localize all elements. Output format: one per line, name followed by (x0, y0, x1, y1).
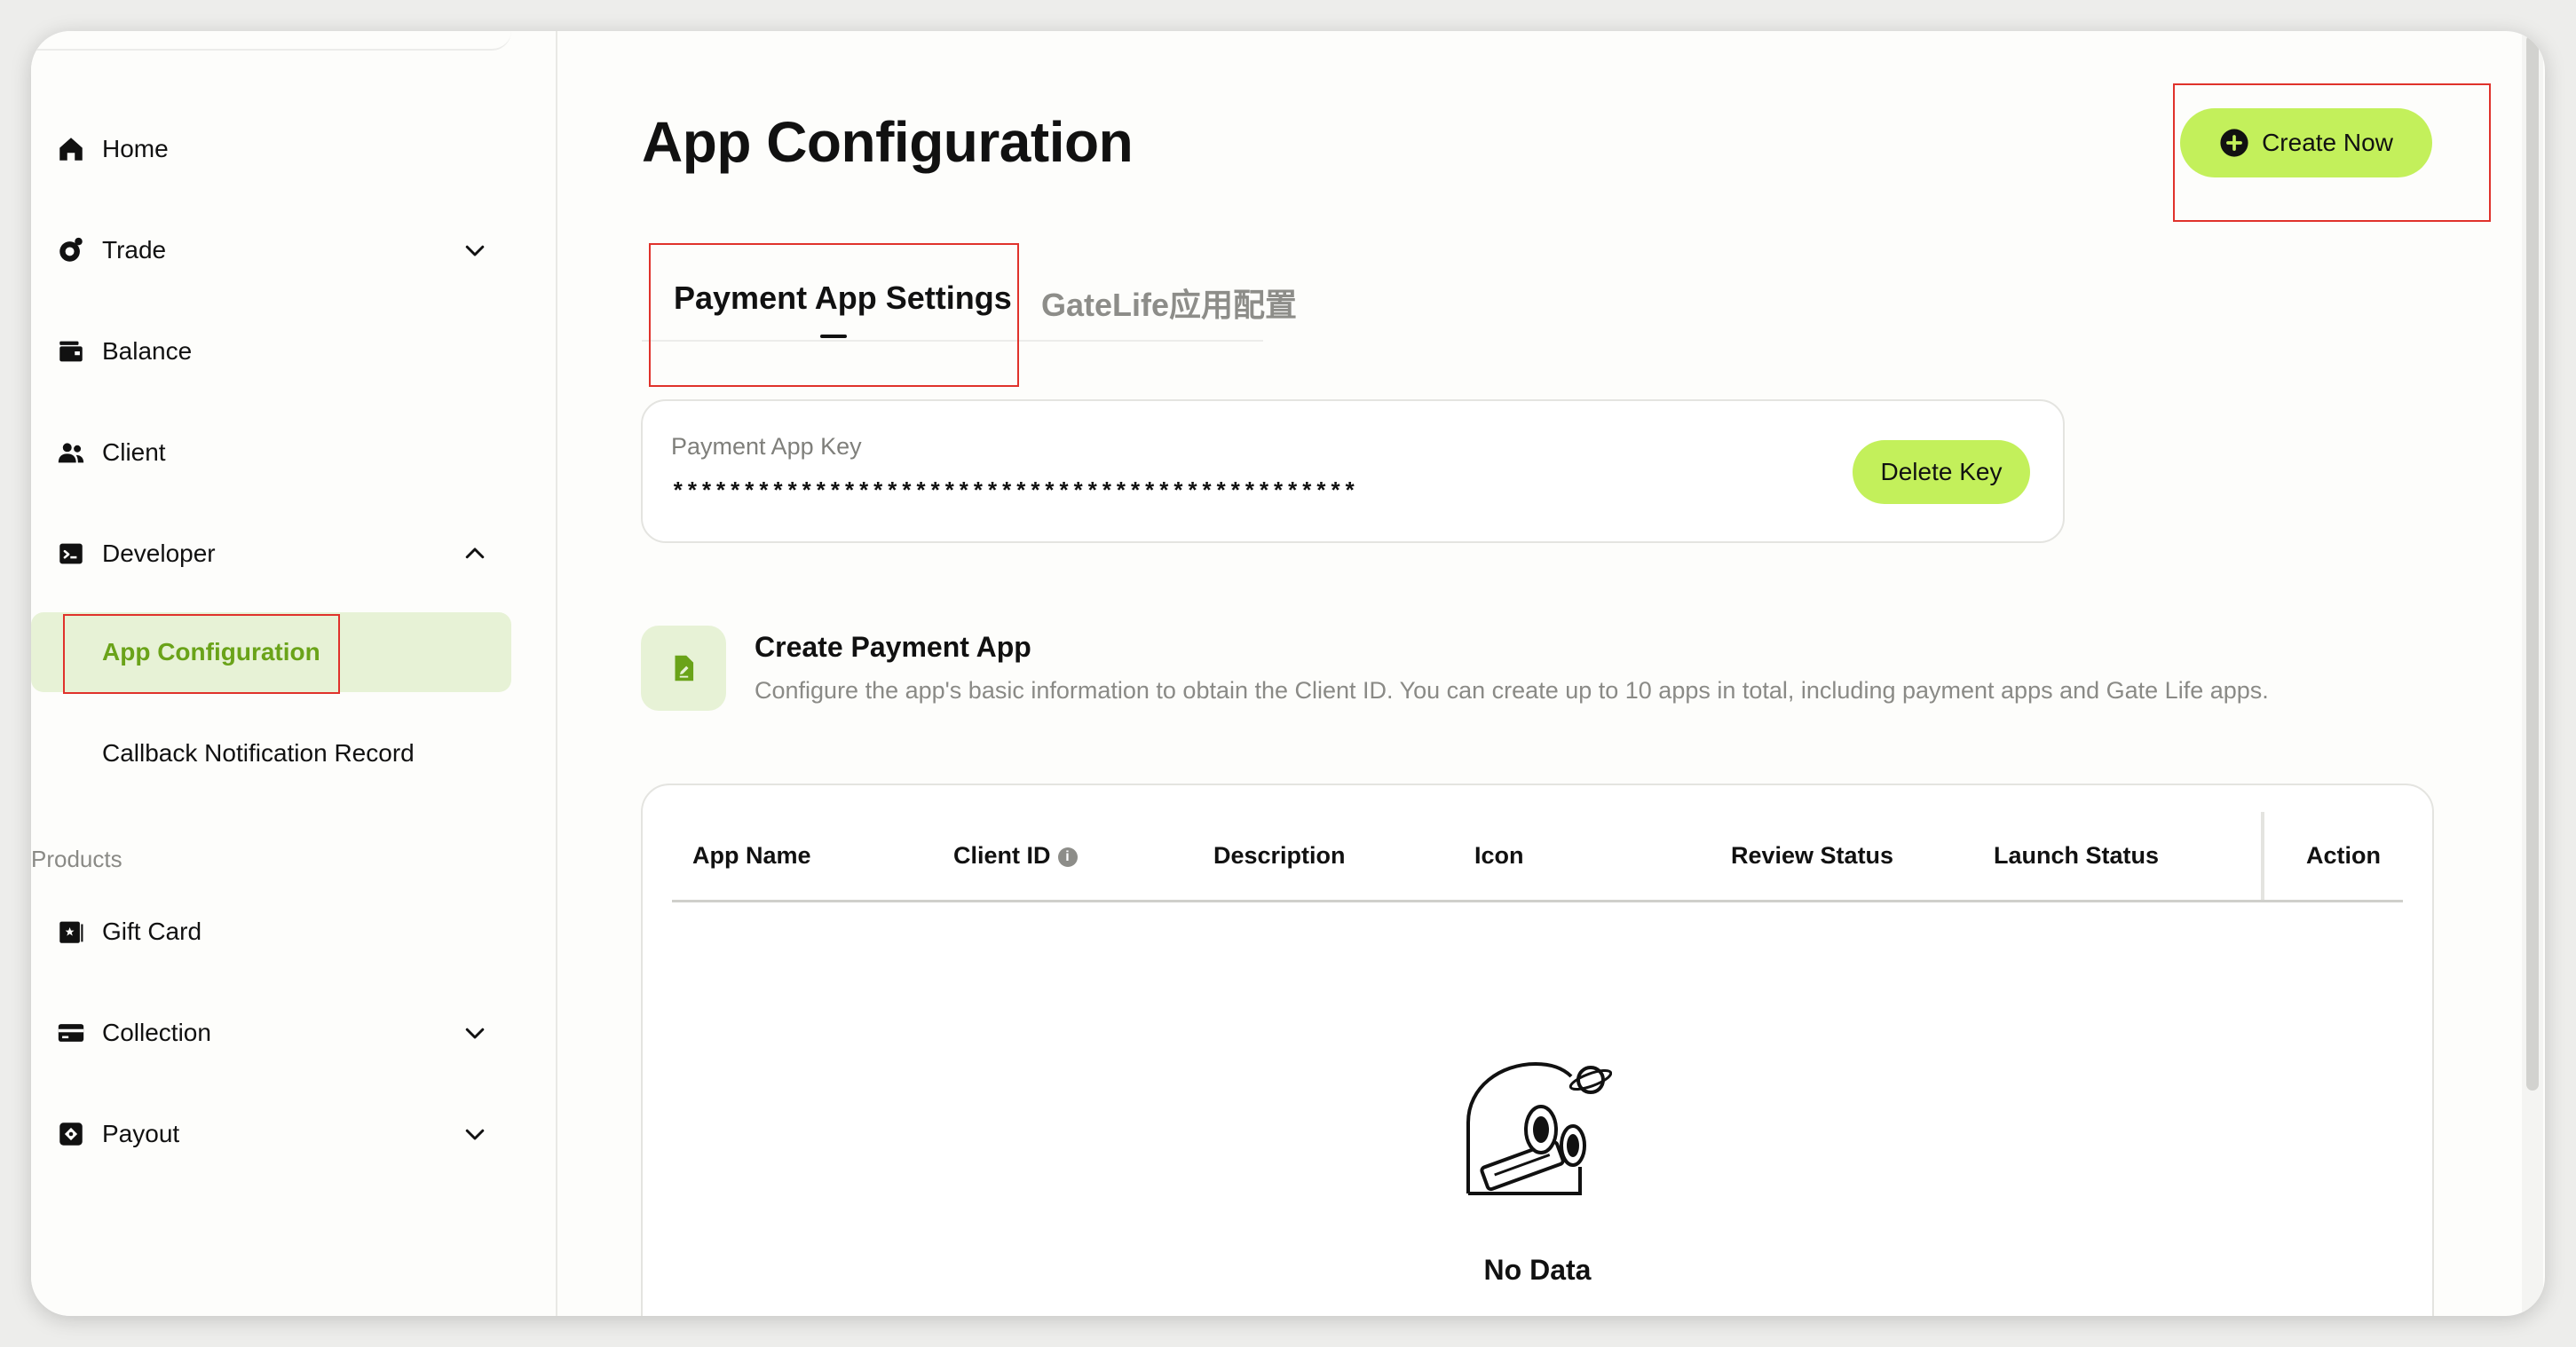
terminal-icon (55, 538, 87, 570)
chevron-down-icon[interactable] (462, 1121, 488, 1147)
payment-app-key-value: ****************************************… (671, 479, 1357, 506)
home-icon (55, 133, 87, 165)
sidebar-item-label: Gift Card (102, 918, 202, 945)
sidebar-top-edge (31, 31, 511, 51)
delete-key-button[interactable]: Delete Key (1853, 440, 2030, 504)
sidebar-item-label: Home (102, 135, 169, 162)
create-payment-app-title: Create Payment App (755, 631, 1031, 663)
chevron-up-icon[interactable] (462, 540, 488, 567)
column-header-client-id: Client ID i (953, 842, 1078, 870)
sticky-column-shadow (2261, 812, 2264, 902)
column-header-client-id-label: Client ID (953, 842, 1051, 869)
payout-icon (55, 1118, 87, 1150)
users-icon (55, 437, 87, 469)
highlight-box (63, 614, 340, 694)
sidebar-item-payout[interactable]: Payout (31, 1094, 528, 1174)
sidebar: Home Trade Balance Client Developer App … (31, 31, 557, 1316)
sidebar-item-collection[interactable]: Collection (31, 993, 528, 1073)
column-header-launch-status: Launch Status (1994, 842, 2160, 869)
page-title: App Configuration (642, 110, 1134, 174)
collection-icon (55, 1017, 87, 1049)
payment-app-key-label: Payment App Key (671, 433, 862, 460)
sidebar-item-label: Trade (102, 236, 167, 264)
sidebar-item-gift-card[interactable]: Gift Card (31, 892, 528, 972)
sidebar-item-label: Payout (102, 1120, 180, 1147)
info-icon[interactable]: i (1057, 847, 1078, 867)
chevron-down-icon[interactable] (462, 237, 488, 264)
column-header-icon: Icon (1474, 842, 1524, 869)
sidebar-item-balance[interactable]: Balance (31, 311, 528, 391)
create-payment-app-description: Configure the app's basic information to… (755, 677, 2269, 704)
tab-gatelife-app-config[interactable]: GateLife应用配置 (1041, 280, 1297, 326)
column-header-description: Description (1213, 842, 1346, 869)
column-header-app-name: App Name (692, 842, 811, 869)
sidebar-item-developer[interactable]: Developer (31, 514, 528, 594)
wallet-icon (55, 335, 87, 367)
trade-icon (55, 234, 87, 266)
column-header-review-status: Review Status (1731, 842, 1894, 869)
chevron-down-icon[interactable] (462, 1020, 488, 1046)
sidebar-item-trade[interactable]: Trade (31, 210, 528, 290)
app-window: Home Trade Balance Client Developer App … (31, 31, 2545, 1316)
sidebar-item-home[interactable]: Home (31, 109, 528, 189)
main-content: App Configuration Create Now Payment App… (557, 31, 2545, 1316)
empty-state-text: No Data (1483, 1254, 1592, 1286)
gift-card-icon (55, 916, 87, 948)
create-app-badge (641, 626, 726, 711)
column-header-action: Action (2306, 842, 2381, 869)
highlight-box (2173, 83, 2491, 222)
sidebar-item-label: Balance (102, 337, 193, 365)
sidebar-subitem-label: Callback Notification Record (102, 739, 415, 767)
sidebar-item-client[interactable]: Client (31, 413, 528, 492)
binoculars-icon (1466, 1061, 1612, 1195)
table-header-divider (672, 900, 2403, 902)
scrollbar[interactable] (2522, 31, 2543, 1316)
section-label-products: Products (31, 846, 122, 872)
payment-app-key-card: Payment App Key ************************… (641, 399, 2065, 543)
sidebar-item-label: Collection (102, 1019, 211, 1046)
highlight-box (649, 243, 1019, 387)
sidebar-subitem-callback-notification-record[interactable]: Callback Notification Record (31, 713, 511, 793)
edit-document-icon (675, 655, 694, 681)
sidebar-item-label: Developer (102, 540, 216, 567)
sidebar-item-label: Client (102, 438, 166, 466)
scrollbar-thumb[interactable] (2526, 35, 2539, 1091)
apps-table: App Name Client ID i Description Icon Rev… (641, 784, 2434, 1316)
